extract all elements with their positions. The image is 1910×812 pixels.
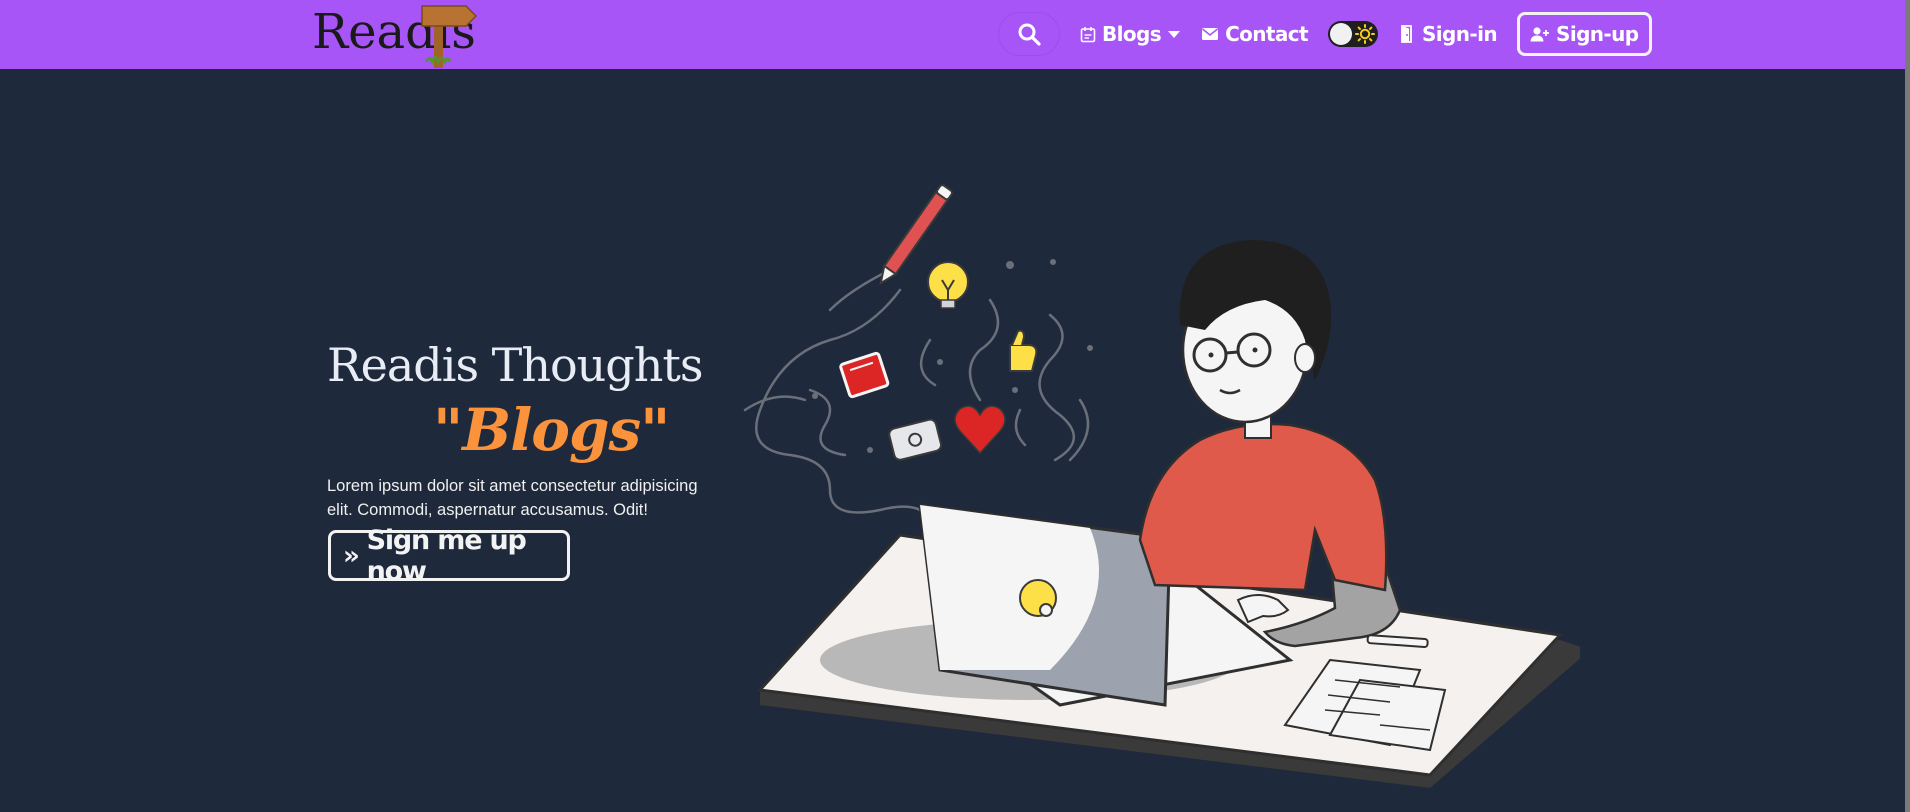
signup-cta-button[interactable]: » Sign me up now: [328, 525, 570, 587]
signpost-icon: [421, 5, 478, 68]
door-icon: [1401, 25, 1412, 43]
toggle-knob: [1330, 23, 1352, 45]
hero-subtitle: "Blogs": [433, 396, 670, 464]
search-icon: [1018, 23, 1041, 46]
navbar: Readis Blogs Contact Sign-in Sign-up: [0, 0, 1905, 69]
search-button[interactable]: [998, 12, 1060, 56]
sun-icon: [1355, 24, 1375, 44]
hero-illustration: [743, 184, 1580, 788]
mail-icon: [1202, 28, 1219, 40]
user-plus-icon: [1530, 27, 1550, 42]
double-chevron-icon: »: [343, 540, 360, 571]
nav-menu: Blogs Contact Sign-in Sign-up: [998, 12, 1652, 56]
nav-contact-label: Contact: [1225, 22, 1309, 46]
nav-signin-label: Sign-in: [1422, 22, 1498, 46]
nav-signin[interactable]: Sign-in: [1400, 22, 1498, 46]
signup-label: Sign-up: [1556, 22, 1639, 46]
signup-button[interactable]: Sign-up: [1517, 12, 1652, 56]
calendar-icon: [1080, 26, 1096, 42]
nav-blogs-label: Blogs: [1102, 22, 1162, 46]
cta-label: Sign me up now: [366, 524, 527, 587]
theme-toggle[interactable]: [1328, 21, 1378, 47]
nav-blogs-dropdown[interactable]: Blogs: [1080, 22, 1181, 46]
page-scrollbar[interactable]: [1905, 0, 1910, 812]
hero-description: Lorem ipsum dolor sit amet consectetur a…: [327, 477, 698, 519]
logo[interactable]: Readis: [312, 2, 497, 68]
nav-contact[interactable]: Contact: [1201, 22, 1309, 46]
hero-title: Readis Thoughts: [327, 338, 703, 392]
chevron-down-icon: [1168, 31, 1181, 38]
